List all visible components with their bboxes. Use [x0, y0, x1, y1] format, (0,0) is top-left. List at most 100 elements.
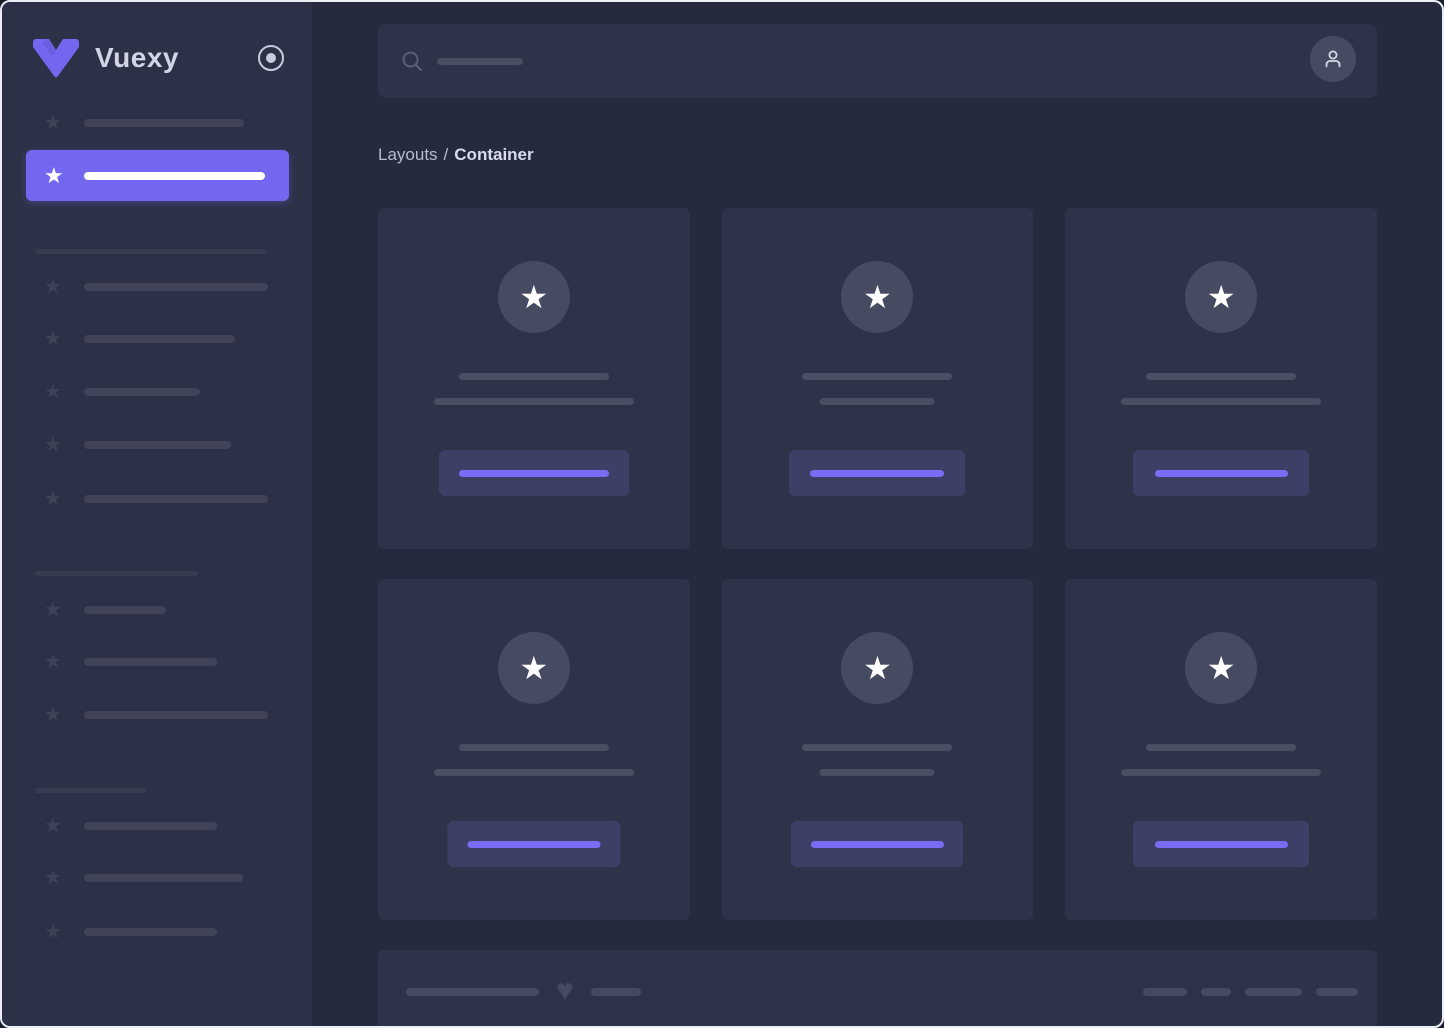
card-title-skeleton: [1146, 744, 1297, 751]
footer-bar: ♥: [378, 950, 1377, 1026]
footer-link-skeleton[interactable]: [1316, 988, 1358, 996]
star-icon: ★: [44, 162, 64, 188]
card-action-button[interactable]: [438, 450, 629, 496]
card: ★: [378, 208, 690, 549]
breadcrumb: Layouts / Container: [378, 145, 1442, 165]
card: ★: [721, 579, 1034, 920]
star-icon: ★: [44, 651, 62, 673]
star-icon: ★: [1206, 279, 1236, 315]
search-placeholder-skeleton: [437, 57, 523, 65]
footer-link-skeleton[interactable]: [1245, 988, 1302, 996]
card-subtitle-skeleton: [819, 769, 935, 776]
card-action-button[interactable]: [1133, 821, 1310, 867]
brand-name: Vuexy: [95, 42, 179, 73]
sidebar-item[interactable]: ★: [2, 277, 312, 297]
card-title-skeleton: [802, 744, 953, 751]
sidebar-pin-toggle-icon[interactable]: [258, 45, 284, 71]
footer-link-skeleton[interactable]: [1143, 988, 1187, 996]
sidebar-item-text-skeleton: [84, 874, 243, 882]
sidebar-item[interactable]: ★: [2, 329, 312, 349]
button-label-skeleton: [810, 469, 945, 477]
card: ★: [721, 208, 1034, 549]
sidebar-item[interactable]: ★: [2, 489, 312, 509]
sidebar-item-active[interactable]: ★: [26, 150, 289, 201]
star-icon: ★: [519, 279, 549, 315]
card: ★: [378, 579, 690, 920]
sidebar-item[interactable]: ★: [2, 435, 312, 455]
card: ★: [1065, 579, 1377, 920]
card-grid: ★ ★ ★ ★ ★ ★: [378, 208, 1377, 920]
star-icon: ★: [863, 279, 892, 315]
sidebar-item-text-skeleton: [84, 606, 166, 614]
card-subtitle-skeleton: [433, 769, 634, 776]
star-icon: ★: [44, 488, 62, 510]
heart-icon: ♥: [556, 974, 574, 1007]
star-icon: ★: [44, 921, 62, 943]
sidebar-item[interactable]: ★: [2, 113, 312, 133]
sidebar-item[interactable]: ★: [2, 382, 312, 402]
sidebar-section-label-skeleton: [35, 788, 147, 793]
card-action-button[interactable]: [789, 450, 966, 496]
button-label-skeleton: [810, 840, 944, 848]
footer-left-group: ♥: [406, 974, 641, 1007]
card-avatar: ★: [497, 632, 570, 704]
footer-text-skeleton: [590, 988, 641, 996]
card-action-button[interactable]: [791, 821, 964, 867]
sidebar-item[interactable]: ★: [2, 922, 312, 942]
card-subtitle-skeleton: [819, 398, 935, 405]
button-label-skeleton: [467, 840, 601, 848]
star-icon: ★: [44, 867, 62, 889]
sidebar-item-text-skeleton: [84, 822, 217, 830]
brand-row: Vuexy: [2, 2, 312, 80]
card-avatar: ★: [1185, 632, 1258, 704]
star-icon: ★: [863, 650, 892, 686]
star-icon: ★: [44, 599, 62, 621]
sidebar-item-text-skeleton: [84, 658, 217, 666]
app-window: Vuexy ★ ★ ★ ★ ★ ★ ★ ★ ★ ★ ★ ★ ★ Layouts …: [0, 0, 1444, 1028]
pin-dot: [266, 53, 276, 63]
sidebar-section-label-skeleton: [35, 249, 266, 254]
card-subtitle-skeleton: [433, 398, 634, 405]
card-avatar: ★: [1185, 261, 1258, 333]
sidebar-item[interactable]: ★: [2, 652, 312, 672]
card-avatar: ★: [841, 632, 914, 704]
card-subtitle-skeleton: [1121, 398, 1322, 405]
sidebar-item-text-skeleton: [84, 495, 268, 503]
star-icon: ★: [44, 704, 62, 726]
sidebar-item-text-skeleton: [84, 388, 200, 396]
footer-links-group: [1143, 988, 1358, 996]
sidebar-item[interactable]: ★: [2, 816, 312, 836]
star-icon: ★: [44, 112, 62, 134]
card-avatar: ★: [497, 261, 570, 333]
footer-link-skeleton[interactable]: [1201, 988, 1231, 996]
sidebar-item-text-skeleton: [84, 283, 268, 291]
sidebar-item[interactable]: ★: [2, 600, 312, 620]
card-title-skeleton: [458, 373, 609, 380]
card-action-button[interactable]: [447, 821, 621, 867]
card-action-button[interactable]: [1133, 450, 1310, 496]
card: ★: [1065, 208, 1377, 549]
card-title-skeleton: [1146, 373, 1297, 380]
star-icon: ★: [519, 650, 549, 686]
vuexy-logo-icon: [33, 38, 79, 78]
card-title-skeleton: [458, 744, 609, 751]
search-icon: [402, 51, 422, 71]
sidebar-item-text-skeleton: [84, 171, 265, 180]
sidebar-item[interactable]: ★: [2, 705, 312, 725]
sidebar-item-text-skeleton: [84, 928, 217, 936]
search-bar[interactable]: [378, 24, 1377, 98]
footer-text-skeleton: [406, 988, 539, 996]
user-avatar[interactable]: [1310, 36, 1356, 82]
sidebar-item[interactable]: ★: [2, 868, 312, 888]
button-label-skeleton: [458, 469, 609, 477]
sidebar-menu: ★ ★ ★ ★ ★ ★ ★ ★ ★ ★ ★ ★ ★: [2, 80, 312, 942]
main-content: Layouts / Container ★ ★ ★ ★ ★ ★ ♥: [312, 2, 1442, 1026]
button-label-skeleton: [1154, 840, 1288, 848]
sidebar-item-text-skeleton: [84, 119, 244, 127]
star-icon: ★: [44, 381, 62, 403]
star-icon: ★: [44, 434, 62, 456]
breadcrumb-section[interactable]: Layouts: [378, 145, 438, 165]
sidebar-item-text-skeleton: [84, 441, 231, 449]
card-avatar: ★: [841, 261, 914, 333]
card-subtitle-skeleton: [1121, 769, 1322, 776]
